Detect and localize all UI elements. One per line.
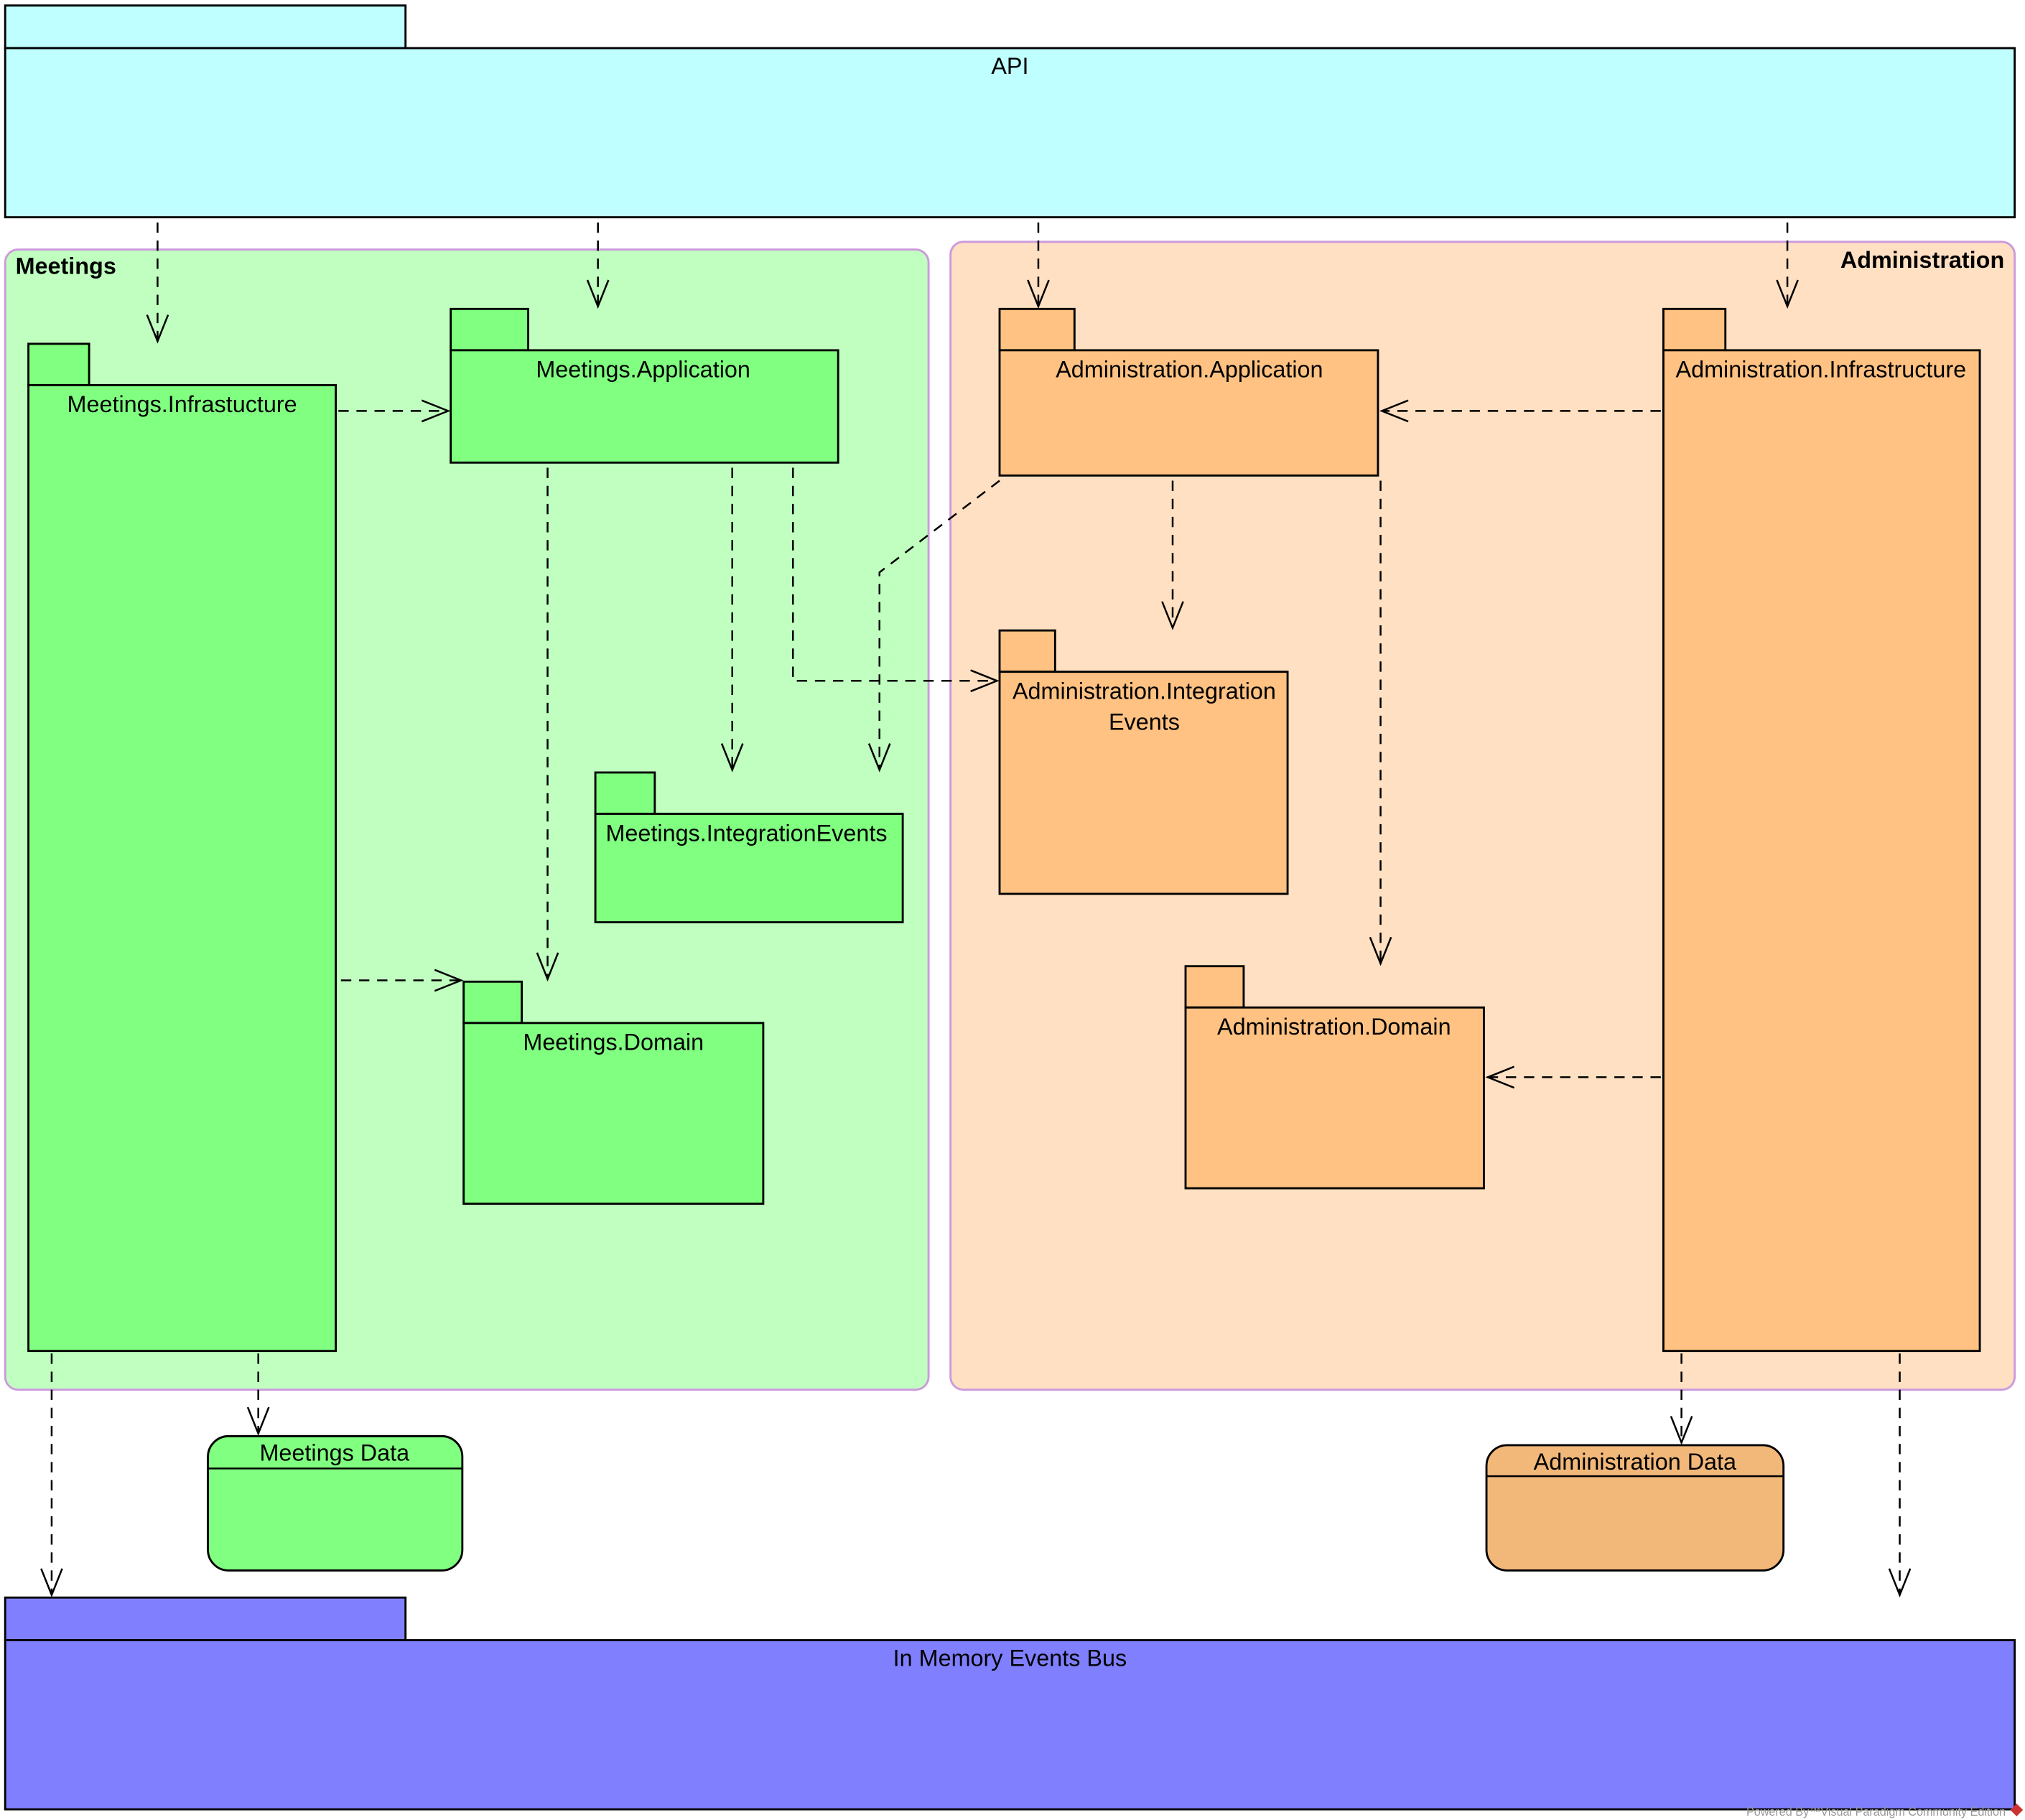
package-meetings-infrastructure[interactable]: Meetings.Infrastucture: [27, 342, 338, 1353]
package-label: Administration.Infrastructure: [1676, 357, 1967, 383]
datastore-label: Meetings Data: [259, 1440, 409, 1466]
datastore-administration-data[interactable]: Administration Data: [1485, 1444, 1785, 1572]
package-label: Meetings.Domain: [523, 1030, 704, 1055]
package-label: Meetings.Infrastucture: [68, 391, 297, 417]
package-body: [1662, 349, 1981, 1353]
package-label: Meetings.Application: [536, 357, 750, 383]
package-tab: [1184, 965, 1245, 1009]
package-tab: [27, 342, 90, 386]
package-diagram: API Meetings Administration Meetings.Inf…: [4, 4, 2024, 1819]
package-tab: [450, 307, 530, 352]
package-administration-infrastructure[interactable]: Administration.Infrastructure: [1662, 307, 1981, 1353]
events-bus-package[interactable]: In Memory Events Bus: [4, 1596, 2016, 1811]
package-label-line2: Events: [1109, 709, 1180, 735]
meetings-group-label: Meetings: [16, 253, 116, 279]
package-tab: [594, 771, 656, 815]
api-package-tab: [4, 4, 407, 50]
package-label: Administration.Domain: [1217, 1014, 1451, 1040]
events-bus-tab: [4, 1596, 407, 1641]
package-label: Meetings.IntegrationEvents: [605, 820, 887, 846]
api-package-label: API: [991, 53, 1028, 79]
package-tab: [462, 980, 523, 1025]
datastore-label: Administration Data: [1534, 1449, 1736, 1475]
administration-group-label: Administration: [1840, 247, 2004, 273]
datastore-meetings-data[interactable]: Meetings Data: [207, 1434, 464, 1572]
api-package[interactable]: API: [4, 4, 2016, 219]
package-tab: [1662, 307, 1727, 352]
package-tab: [998, 629, 1056, 673]
events-bus-label: In Memory Events Bus: [893, 1646, 1127, 1671]
package-label: Administration.Application: [1056, 357, 1323, 383]
package-label: Administration.Integration: [1012, 678, 1276, 704]
package-body: [998, 671, 1289, 895]
package-tab: [998, 307, 1076, 352]
package-body: [27, 383, 338, 1353]
watermark-text: Powered By™Visual Paradigm Community Edi…: [1746, 1806, 2006, 1819]
